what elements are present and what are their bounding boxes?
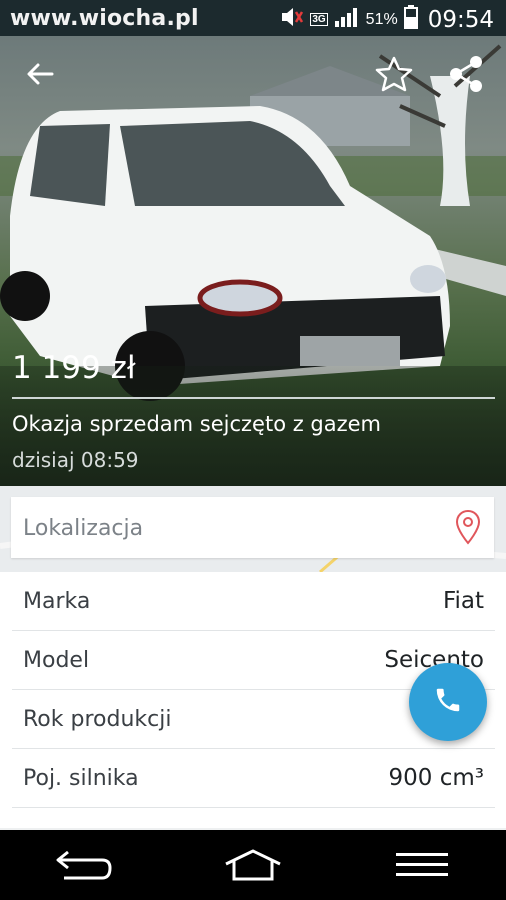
watermark: www.wiocha.pl [10, 6, 199, 31]
detail-value: 900 cm³ [388, 765, 484, 791]
detail-value: Fiat [442, 588, 484, 614]
nav-home-icon[interactable] [218, 840, 288, 890]
clock: 09:54 [427, 6, 494, 33]
listing-photo[interactable]: 1 199 zł Okazja sprzedam sejczęto z gaze… [0, 36, 506, 486]
call-button[interactable] [409, 663, 487, 741]
share-icon [448, 55, 484, 98]
price-divider [12, 397, 495, 399]
status-icons: 3G 51% 09:54 [280, 5, 494, 34]
star-outline-icon [375, 56, 413, 97]
back-button[interactable] [20, 56, 60, 96]
battery-percent: 51% [365, 10, 398, 28]
network-type: 3G [310, 13, 328, 26]
location-card[interactable]: Lokalizacja [11, 497, 494, 558]
listing-price: 1 199 zł [12, 350, 136, 386]
phone-icon [433, 685, 463, 720]
system-nav-bar [0, 830, 506, 900]
detail-row-make: Marka Fiat [12, 572, 495, 631]
status-bar: www.wiocha.pl 3G 51% 09:54 [0, 0, 506, 36]
share-button[interactable] [444, 54, 488, 98]
detail-key: Rok produkcji [23, 707, 172, 732]
signal-icon [334, 6, 360, 33]
nav-menu-icon[interactable] [387, 840, 457, 890]
location-label: Lokalizacja [23, 516, 144, 541]
nav-back-icon[interactable] [49, 840, 119, 890]
listing-date: dzisiaj 08:59 [12, 448, 139, 472]
muted-speaker-icon [280, 6, 304, 33]
detail-key: Poj. silnika [23, 766, 139, 791]
map-pin-icon [455, 509, 481, 550]
detail-row-engine: Poj. silnika 900 cm³ [12, 749, 495, 808]
listing-title: Okazja sprzedam sejczęto z gazem [12, 412, 382, 436]
detail-key: Marka [23, 589, 91, 614]
back-arrow-icon [26, 62, 54, 91]
detail-key: Model [23, 648, 90, 673]
battery-icon [403, 5, 418, 34]
favorite-button[interactable] [372, 54, 416, 98]
